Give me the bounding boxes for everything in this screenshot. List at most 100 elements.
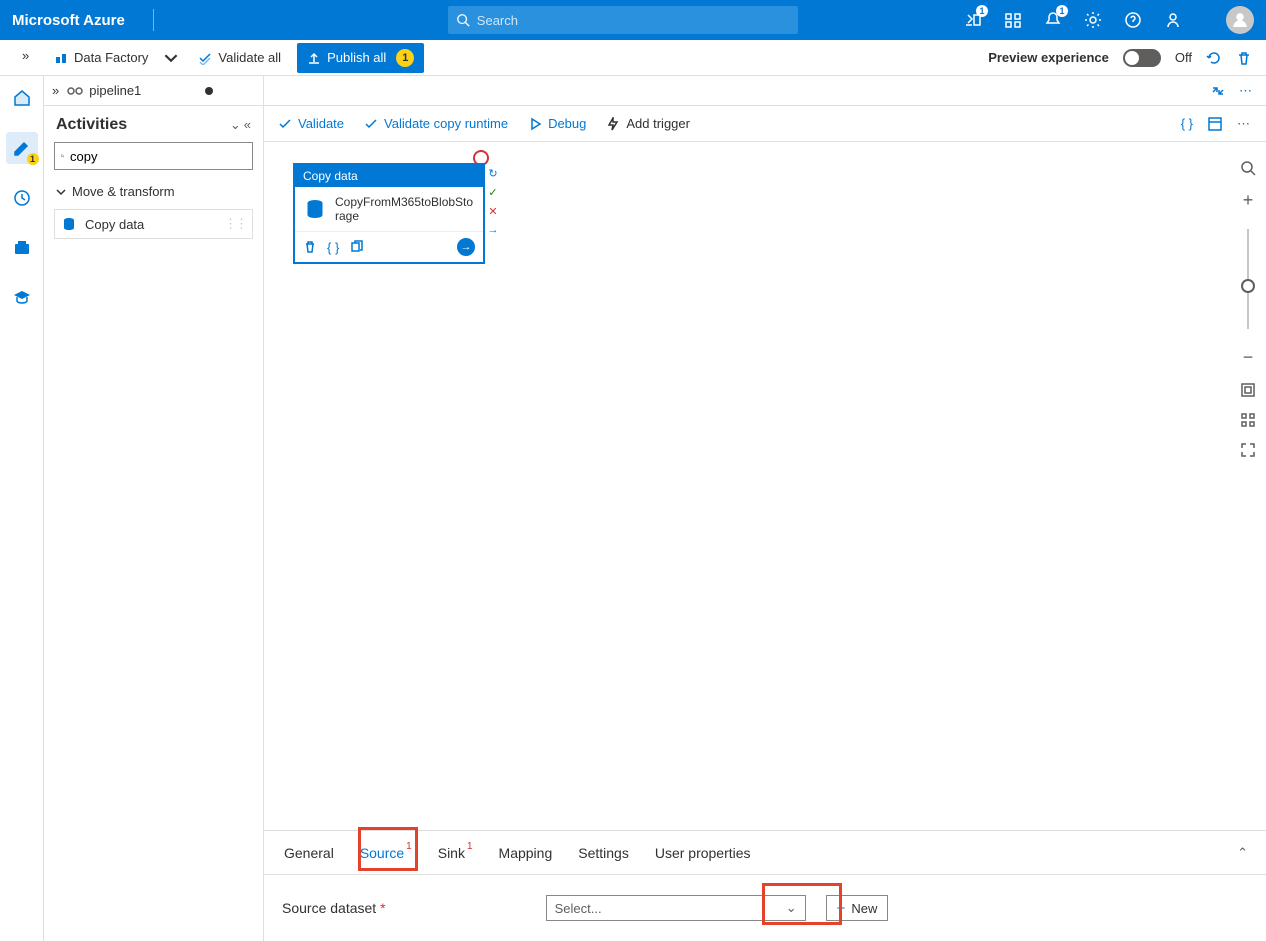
- global-search[interactable]: [448, 6, 798, 34]
- node-header: Copy data: [295, 165, 483, 187]
- tab-mapping[interactable]: Mapping: [497, 835, 555, 871]
- tab-source[interactable]: Source1: [358, 835, 414, 871]
- delete-icon[interactable]: [1236, 50, 1252, 66]
- tab-user-properties[interactable]: User properties: [653, 835, 753, 871]
- zoom-thumb[interactable]: [1241, 279, 1255, 293]
- validate-copy-label: Validate copy runtime: [384, 116, 508, 131]
- validate-all-button[interactable]: Validate all: [188, 40, 291, 76]
- new-dataset-button[interactable]: + New: [826, 895, 889, 921]
- properties-panel: General Source1 Sink1 Mapping Settings U…: [264, 830, 1266, 941]
- node-status-icons: ↻ ✓ ✕ →: [486, 166, 500, 237]
- more-icon[interactable]: ⋯: [1237, 116, 1252, 132]
- tab-sink[interactable]: Sink1: [436, 835, 475, 871]
- fullscreen-icon[interactable]: [1240, 442, 1256, 458]
- validate-button[interactable]: Validate: [278, 116, 344, 131]
- collapse-properties-icon[interactable]: ⌃: [1237, 845, 1248, 861]
- zoom-slider[interactable]: [1247, 229, 1249, 329]
- expand-tabs-icon[interactable]: »: [52, 83, 59, 98]
- zoom-out-icon[interactable]: −: [1243, 347, 1254, 368]
- settings-button[interactable]: [1076, 3, 1110, 37]
- node-output-port-icon[interactable]: →: [457, 238, 475, 256]
- nav-author[interactable]: 1: [6, 132, 38, 164]
- adf-toolbar: » Data Factory Validate all Publish all …: [0, 40, 1266, 76]
- node-code-icon[interactable]: { }: [327, 240, 339, 255]
- zoom-panel: + −: [1240, 160, 1256, 458]
- activity-copy-data[interactable]: Copy data ⋮⋮: [54, 209, 253, 239]
- nav-learn[interactable]: [6, 282, 38, 314]
- left-nav-bar: 1: [0, 76, 44, 941]
- account-avatar[interactable]: [1226, 6, 1254, 34]
- directory-button[interactable]: [996, 3, 1030, 37]
- cloud-shell-button[interactable]: 1: [956, 3, 990, 37]
- add-trigger-label: Add trigger: [626, 116, 690, 131]
- preview-toggle[interactable]: [1123, 49, 1161, 67]
- nav-home[interactable]: [6, 82, 38, 114]
- editor-tab-strip: » pipeline1: [44, 76, 263, 106]
- data-factory-dropdown[interactable]: Data Factory: [44, 40, 188, 76]
- refresh-icon[interactable]: [1206, 50, 1222, 66]
- publish-all-label: Publish all: [327, 50, 386, 65]
- debug-button[interactable]: Debug: [528, 116, 586, 131]
- search-icon: [61, 150, 64, 162]
- code-view-icon[interactable]: { }: [1181, 116, 1193, 132]
- preview-experience-label: Preview experience: [988, 50, 1109, 65]
- expand-icon[interactable]: [1211, 84, 1225, 98]
- pipeline-canvas[interactable]: Copy data CopyFromM365toBlobStorage { } …: [264, 142, 1266, 830]
- copy-data-node[interactable]: Copy data CopyFromM365toBlobStorage { } …: [294, 164, 484, 263]
- tab-general[interactable]: General: [282, 835, 336, 871]
- cloudshell-badge: 1: [976, 5, 988, 17]
- activities-panel: » pipeline1 Activities ⌄« Move & transfo…: [44, 76, 264, 941]
- tab-general-label: General: [284, 845, 334, 861]
- layout-icon[interactable]: [1240, 412, 1256, 428]
- tab-pipeline[interactable]: pipeline1: [67, 83, 213, 98]
- plus-icon: +: [837, 900, 846, 917]
- activity-group-move-transform[interactable]: Move & transform: [44, 178, 263, 205]
- more-icon[interactable]: ⋯: [1239, 83, 1254, 99]
- main-area: 1 » pipeline1 Activities ⌄« Move & trans…: [0, 76, 1266, 941]
- editor-tab-actions: ⋯: [264, 76, 1266, 106]
- zoom-in-icon[interactable]: +: [1243, 190, 1254, 211]
- help-button[interactable]: [1116, 3, 1150, 37]
- feedback-button[interactable]: [1156, 3, 1190, 37]
- tab-sink-label: Sink: [438, 845, 465, 861]
- refresh-icon: ↻: [486, 166, 500, 180]
- sink-error-badge: 1: [467, 841, 473, 852]
- data-factory-label: Data Factory: [74, 50, 148, 65]
- publish-all-button[interactable]: Publish all 1: [297, 43, 424, 73]
- node-body: CopyFromM365toBlobStorage: [295, 187, 483, 231]
- nav-monitor[interactable]: [6, 182, 38, 214]
- parameters-icon[interactable]: [1207, 116, 1223, 132]
- activities-collapse[interactable]: ⌄«: [230, 117, 251, 133]
- activities-search-input[interactable]: [70, 149, 246, 164]
- new-button-label: New: [851, 901, 877, 916]
- clone-node-icon[interactable]: [349, 240, 363, 254]
- validate-copy-runtime-button[interactable]: Validate copy runtime: [364, 116, 508, 131]
- add-trigger-button[interactable]: Add trigger: [606, 116, 690, 131]
- node-name-label: CopyFromM365toBlobStorage: [335, 195, 475, 223]
- source-dataset-select[interactable]: Select... ⌄: [546, 895, 806, 921]
- azure-top-bar: Microsoft Azure 1 1: [0, 0, 1266, 40]
- delete-node-icon[interactable]: [303, 240, 317, 254]
- tab-source-label: Source: [360, 845, 404, 861]
- zoom-search-icon[interactable]: [1240, 160, 1256, 176]
- failure-output-icon: ✕: [486, 204, 500, 218]
- tab-settings[interactable]: Settings: [576, 835, 631, 871]
- notifications-button[interactable]: 1: [1036, 3, 1070, 37]
- completion-output-icon: →: [486, 223, 500, 237]
- collapse-left-icon[interactable]: »: [22, 48, 29, 63]
- fit-to-screen-icon[interactable]: [1240, 382, 1256, 398]
- tab-mapping-label: Mapping: [499, 845, 553, 861]
- global-search-input[interactable]: [477, 13, 790, 28]
- activities-header: Activities ⌄«: [44, 106, 263, 142]
- chevron-down-icon: [164, 51, 178, 65]
- nav-manage[interactable]: [6, 232, 38, 264]
- select-placeholder: Select...: [555, 901, 602, 916]
- validate-all-label: Validate all: [218, 50, 281, 65]
- activities-search[interactable]: [54, 142, 253, 170]
- success-output-icon: ✓: [486, 185, 500, 199]
- copy-data-icon: [303, 197, 327, 221]
- canvas-toolbar: Validate Validate copy runtime Debug Add…: [264, 106, 1266, 142]
- activities-title: Activities: [56, 116, 230, 134]
- chevron-down-icon: ⌄: [786, 900, 797, 916]
- divider: [153, 9, 154, 31]
